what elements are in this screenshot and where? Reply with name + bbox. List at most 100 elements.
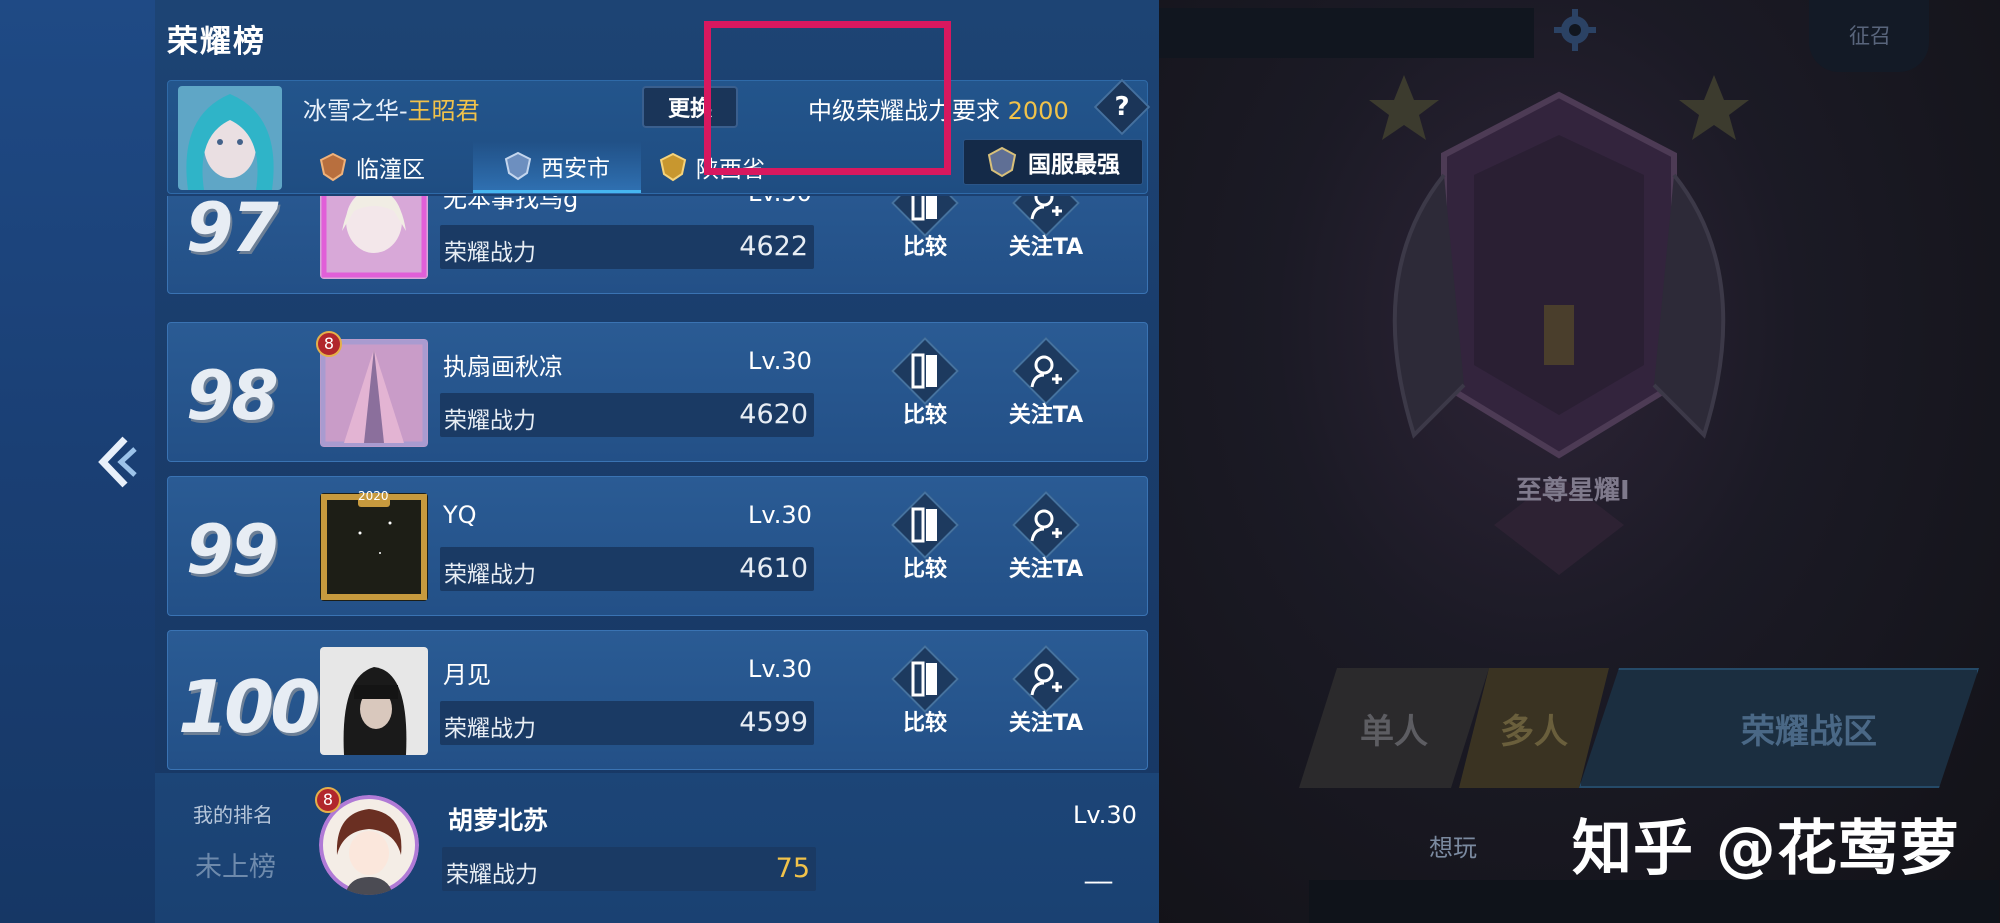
power-label: 荣耀战力 — [444, 408, 536, 434]
mode-single[interactable]: 单人 — [1299, 668, 1489, 788]
background-scene: 征召 至尊星耀I 单人 多人 荣耀战区 想玩 — [1159, 0, 2000, 923]
player-avatar[interactable] — [320, 339, 428, 447]
power-bar: 荣耀战力 4599 — [440, 701, 814, 745]
compare-glyph-icon — [911, 661, 937, 697]
player-name: 月见 — [443, 661, 491, 689]
follow-label: 关注TA — [1008, 403, 1084, 428]
frame-badge: 8 — [316, 331, 342, 357]
compare-label: 比较 — [902, 557, 947, 582]
my-power-value: 75 — [775, 853, 810, 884]
compare-label: 比较 — [902, 711, 947, 736]
hero-skin-name: 冰雪之华- — [303, 97, 408, 125]
mode-honor[interactable]: 荣耀战区 — [1579, 668, 1979, 788]
hero-character-name: 王昭君 — [407, 97, 480, 125]
compare-button[interactable]: 比较 — [885, 196, 965, 273]
power-value: 4620 — [739, 399, 808, 430]
table-row[interactable]: 98 8 执扇画秋凉 Lv.30 荣耀战力 4620 比较 关注TA — [167, 322, 1148, 462]
follow-button[interactable]: 关注TA — [1006, 645, 1086, 749]
power-bar: 荣耀战力 4610 — [440, 547, 814, 591]
mode-honor-label: 荣耀战区 — [1741, 711, 1877, 752]
player-level: Lv.30 — [748, 501, 812, 529]
frame-year-badge: 2020 — [358, 489, 389, 503]
my-frame-badge-value: 8 — [322, 790, 334, 809]
requirement-text: 中级荣耀战力要求 2000 — [808, 91, 1069, 126]
bronze-shield-icon — [319, 152, 347, 182]
power-bar: 荣耀战力 4620 — [440, 393, 814, 437]
tab-province[interactable]: 陕西省 — [658, 141, 808, 193]
player-avatar[interactable] — [320, 493, 428, 601]
player-name: 执扇画秋凉 — [443, 353, 563, 381]
honor-panel: 荣耀榜 冰雪之华-王昭君 更换 中级荣耀战力要求 2000 ? 临潼区 西安市 … — [155, 0, 1159, 923]
compare-glyph-icon — [911, 507, 937, 543]
compare-glyph-icon — [911, 353, 937, 389]
rank-number: 99 — [186, 511, 279, 590]
compare-button[interactable]: 比较 — [885, 491, 965, 595]
top-right-button-label: 征召 — [1849, 24, 1891, 48]
follow-button[interactable]: 关注TA — [1006, 491, 1086, 595]
player-avatar[interactable] — [320, 647, 428, 755]
my-power-label: 荣耀战力 — [446, 862, 538, 888]
table-row[interactable]: 97 无本事找鸟g Lv.30 荣耀战力 4622 比较 — [167, 196, 1148, 294]
tab-district[interactable]: 临潼区 — [308, 141, 458, 193]
left-strip — [0, 0, 155, 923]
tab-city[interactable]: 西安市 — [473, 141, 641, 193]
player-name: 无本事找鸟g — [443, 196, 579, 213]
game-screen: 征召 至尊星耀I 单人 多人 荣耀战区 想玩 荣耀榜 冰雪之华-王昭君 更换 中… — [0, 0, 2000, 923]
follow-label: 关注TA — [1008, 711, 1084, 736]
rank-number: 100 — [178, 665, 320, 749]
gear-icon[interactable] — [1551, 6, 1599, 54]
follow-button[interactable]: 关注TA — [1006, 337, 1086, 441]
hero-portrait-icon — [178, 86, 282, 190]
my-level: Lv.30 — [1073, 801, 1137, 829]
power-value: 4599 — [739, 707, 808, 738]
player-avatar[interactable] — [320, 196, 428, 279]
compare-glyph-icon — [911, 196, 937, 221]
add-user-icon — [1030, 663, 1062, 696]
crown-shield-icon — [987, 146, 1017, 178]
rank-number: 98 — [186, 357, 279, 436]
tab-province-label: 陕西省 — [696, 157, 765, 183]
my-rank-bar: 我的排名 未上榜 8 胡萝北苏 Lv.30 荣耀战力 75 __ — [155, 773, 1159, 923]
national-best-label: 国服最强 — [1028, 152, 1120, 178]
change-hero-button[interactable]: 更换 — [642, 86, 738, 128]
my-power-bar: 荣耀战力 75 — [442, 847, 816, 891]
mode-bar: 单人 多人 荣耀战区 — [1299, 668, 1999, 788]
compare-button[interactable]: 比较 — [885, 645, 965, 749]
ranking-list: 97 无本事找鸟g Lv.30 荣耀战力 4622 比较 — [167, 196, 1148, 771]
power-bar: 荣耀战力 4622 — [440, 225, 814, 269]
power-value: 4622 — [739, 231, 808, 262]
follow-label: 关注TA — [1008, 557, 1084, 582]
gold-shield-icon — [659, 152, 687, 182]
page-title: 荣耀榜 — [167, 24, 266, 60]
national-best-button[interactable]: 国服最强 — [963, 139, 1143, 185]
hero-header: 冰雪之华-王昭君 更换 中级荣耀战力要求 2000 ? 临潼区 西安市 陕西省 — [167, 78, 1151, 194]
power-label: 荣耀战力 — [444, 716, 536, 742]
table-row[interactable]: 100 月见 Lv.30 荣耀战力 4599 比较 关注TA — [167, 630, 1148, 770]
top-bar — [1159, 8, 1534, 58]
help-button[interactable]: ? — [1093, 78, 1151, 136]
follow-button[interactable]: 关注TA — [1006, 196, 1086, 273]
add-user-icon — [1030, 355, 1062, 388]
tab-city-label: 西安市 — [541, 155, 610, 182]
power-label: 荣耀战力 — [444, 562, 536, 588]
mode-single-label: 单人 — [1360, 711, 1428, 752]
my-rank-value: __ — [1085, 853, 1112, 884]
back-arrow-icon[interactable] — [95, 435, 139, 489]
watermark: 知乎 @花莺萝 — [1572, 814, 1960, 884]
frame-year-value: 2020 — [358, 489, 389, 503]
rank-number: 97 — [186, 196, 279, 268]
my-rank-label: 我的排名 — [193, 803, 273, 827]
player-name: YQ — [443, 501, 477, 529]
requirement-label: 中级荣耀战力要求 — [808, 97, 1000, 125]
my-name: 胡萝北苏 — [448, 806, 549, 835]
top-right-button[interactable]: 征召 — [1809, 0, 1929, 72]
compare-label: 比较 — [902, 235, 947, 260]
table-row[interactable]: 99 2020 YQ Lv.30 荣耀战力 4610 比较 关注TA — [167, 476, 1148, 616]
frame-badge-value: 8 — [323, 334, 335, 353]
follow-label: 关注TA — [1008, 235, 1084, 260]
player-level: Lv.30 — [748, 347, 812, 375]
tier-name: 至尊星耀I — [1516, 476, 1630, 506]
hero-name: 冰雪之华-王昭君 — [303, 91, 480, 126]
compare-button[interactable]: 比较 — [885, 337, 965, 441]
my-frame-badge: 8 — [315, 787, 341, 813]
